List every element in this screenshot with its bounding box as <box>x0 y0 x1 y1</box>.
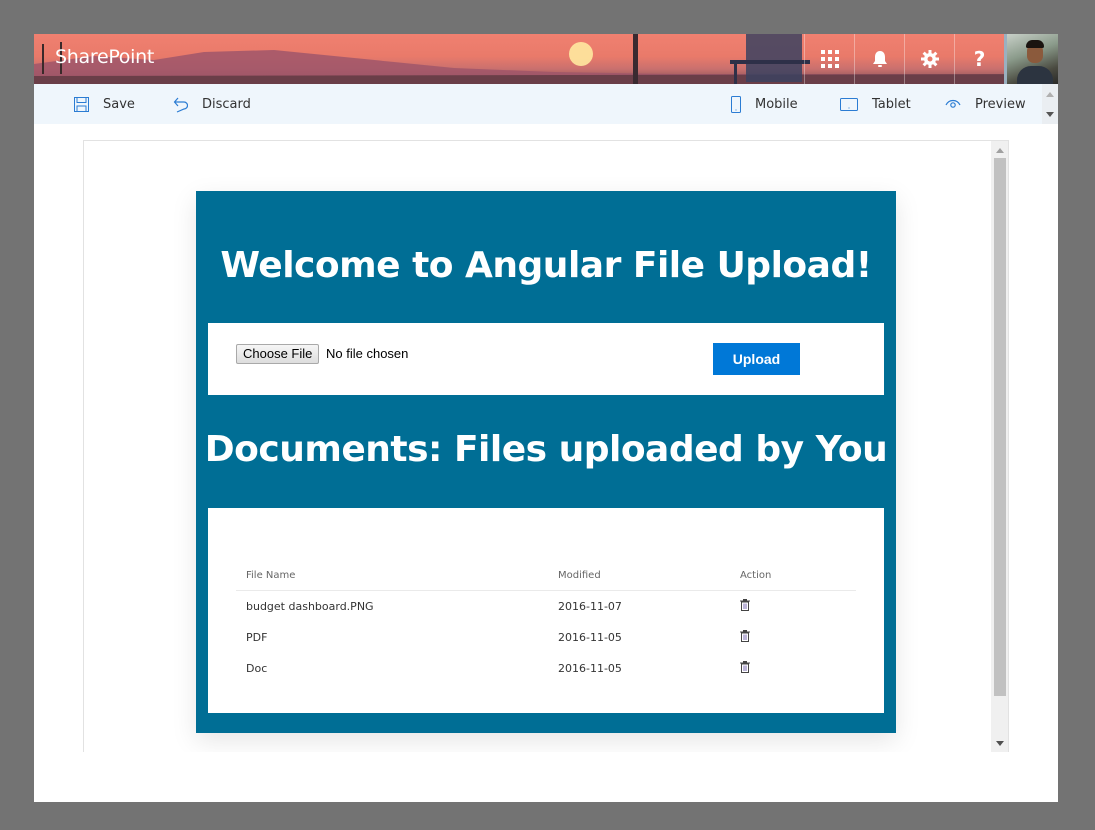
discard-label: Discard <box>202 96 251 112</box>
gear-icon <box>920 50 939 68</box>
table-row: budget dashboard.PNG 2016-11-07 <box>236 591 856 622</box>
action-cell <box>740 599 856 614</box>
user-avatar[interactable] <box>1004 34 1058 84</box>
column-header-file-name[interactable]: File Name <box>236 570 558 581</box>
file-name-cell[interactable]: PDF <box>236 631 558 644</box>
preview-label: Preview <box>975 96 1026 112</box>
app-launcher-button[interactable] <box>804 34 854 84</box>
avatar-hair <box>1026 40 1044 48</box>
mobile-icon <box>731 95 741 113</box>
avatar-body <box>1017 66 1053 84</box>
table-row: PDF 2016-11-05 <box>236 622 856 653</box>
undo-icon <box>173 97 188 113</box>
command-bar-scrollbar[interactable] <box>1042 84 1058 124</box>
modified-cell: 2016-11-07 <box>558 600 622 613</box>
notifications-button[interactable] <box>854 34 904 84</box>
canvas-scrollbar[interactable] <box>991 141 1008 752</box>
tablet-view-button[interactable]: Tablet <box>840 84 911 124</box>
browser-window: SharePoint ? Save Discard Mobile Tablet … <box>34 34 1058 802</box>
command-bar: Save Discard Mobile Tablet Preview <box>34 84 1058 124</box>
mobile-label: Mobile <box>755 96 798 112</box>
modified-cell: 2016-11-05 <box>558 662 622 675</box>
file-name-cell[interactable]: Doc <box>236 662 558 675</box>
tablet-label: Tablet <box>872 96 911 112</box>
help-icon: ? <box>973 47 986 71</box>
delete-icon[interactable] <box>740 661 750 676</box>
action-cell <box>740 630 856 645</box>
scroll-up-arrow-icon[interactable] <box>996 148 1004 153</box>
action-cell <box>740 661 856 676</box>
scroll-down-arrow-icon[interactable] <box>1046 112 1054 117</box>
upload-button[interactable]: Upload <box>713 343 800 375</box>
welcome-heading: Welcome to Angular File Upload! <box>220 245 872 286</box>
tablet-icon <box>840 97 858 111</box>
file-status-text: No file chosen <box>326 346 409 361</box>
upload-panel: Choose File No file chosen Upload <box>208 323 884 395</box>
scroll-up-arrow-icon[interactable] <box>1046 92 1054 97</box>
documents-table: File Name Modified Action budget dashboa… <box>236 570 856 684</box>
brand-logo-text[interactable]: SharePoint <box>55 46 154 68</box>
suite-bar: SharePoint ? <box>34 34 1058 84</box>
delete-icon[interactable] <box>740 630 750 645</box>
eye-icon <box>945 99 961 108</box>
delete-icon[interactable] <box>740 599 750 614</box>
documents-panel: File Name Modified Action budget dashboa… <box>208 508 884 713</box>
table-row: Doc 2016-11-05 <box>236 653 856 684</box>
choose-file-button[interactable]: Choose File <box>236 344 320 364</box>
help-button[interactable]: ? <box>954 34 1004 84</box>
column-header-action: Action <box>740 570 772 581</box>
scroll-down-arrow-icon[interactable] <box>996 741 1004 746</box>
column-header-modified[interactable]: Modified <box>558 570 740 581</box>
save-label: Save <box>103 96 135 112</box>
page-canvas: Welcome to Angular File Upload! Choose F… <box>83 140 1009 752</box>
discard-button[interactable]: Discard <box>172 84 251 124</box>
save-button[interactable]: Save <box>74 84 135 124</box>
save-icon <box>74 96 89 112</box>
table-header: File Name Modified Action <box>236 570 856 591</box>
preview-button[interactable]: Preview <box>945 84 1026 124</box>
documents-heading: Documents: Files uploaded by You <box>204 429 888 470</box>
mobile-view-button[interactable]: Mobile <box>731 84 798 124</box>
modified-cell: 2016-11-05 <box>558 631 622 644</box>
settings-button[interactable] <box>904 34 954 84</box>
bell-icon <box>872 51 887 67</box>
app-launcher-icon <box>820 50 839 68</box>
file-upload-webpart: Welcome to Angular File Upload! Choose F… <box>196 191 896 733</box>
scrollbar-thumb[interactable] <box>994 158 1006 696</box>
file-name-cell[interactable]: budget dashboard.PNG <box>236 600 558 613</box>
